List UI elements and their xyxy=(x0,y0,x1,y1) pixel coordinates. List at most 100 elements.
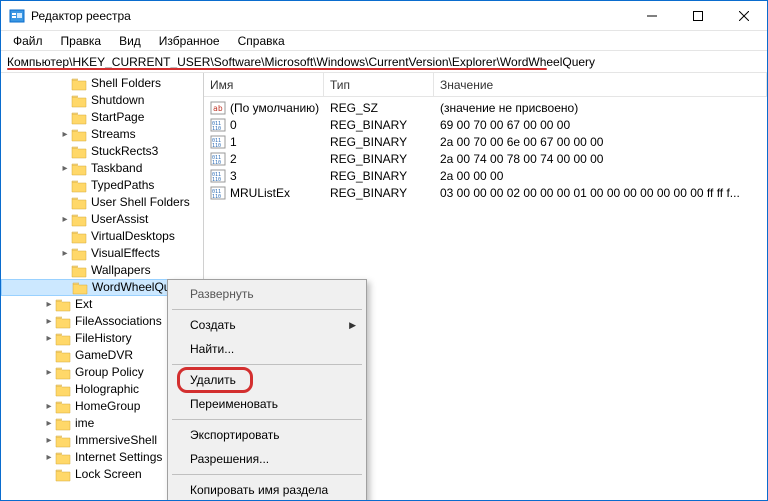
tree-node-virtualdesktops[interactable]: ▸VirtualDesktops xyxy=(1,228,203,245)
value-data: 2a 00 00 00 xyxy=(434,169,767,183)
expand-icon[interactable]: ▸ xyxy=(59,126,71,143)
tree-node-taskband[interactable]: ▸ Taskband xyxy=(1,160,203,177)
expand-icon[interactable]: ▸ xyxy=(59,245,71,262)
context-separator xyxy=(172,309,362,310)
tree-node-stuckrects3[interactable]: ▸StuckRects3 xyxy=(1,143,203,160)
column-name[interactable]: Имя xyxy=(204,73,324,96)
folder-icon xyxy=(71,111,87,125)
tree-node-label: HomeGroup xyxy=(75,398,140,415)
registry-editor-window: Редактор реестра ФайлПравкаВидИзбранноеС… xyxy=(0,0,768,501)
value-data: 2a 00 74 00 78 00 74 00 00 00 xyxy=(434,152,767,166)
expand-icon[interactable]: ▸ xyxy=(43,432,55,449)
column-type[interactable]: Тип xyxy=(324,73,434,96)
tree-node-label: Streams xyxy=(91,126,136,143)
value-name: 1 xyxy=(230,135,237,149)
menu-избранное[interactable]: Избранное xyxy=(151,32,228,50)
context-item-создать[interactable]: Создать▶ xyxy=(170,313,364,337)
menubar: ФайлПравкаВидИзбранноеСправка xyxy=(1,31,767,51)
address-highlight xyxy=(7,68,547,70)
expand-icon[interactable]: ▸ xyxy=(43,398,55,415)
expand-icon[interactable]: ▸ xyxy=(43,364,55,381)
maximize-button[interactable] xyxy=(675,1,721,30)
value-type: REG_BINARY xyxy=(324,186,434,200)
context-item-переименовать[interactable]: Переименовать xyxy=(170,392,364,416)
context-item-экспортировать[interactable]: Экспортировать xyxy=(170,423,364,447)
tree-node-visualeffects[interactable]: ▸VisualEffects xyxy=(1,245,203,262)
value-row[interactable]: ab (По умолчанию) REG_SZ(значение не присв… xyxy=(204,99,767,116)
tree-node-typedpaths[interactable]: ▸TypedPaths xyxy=(1,177,203,194)
svg-text:110: 110 xyxy=(212,160,221,166)
expand-icon[interactable]: ▸ xyxy=(59,160,71,177)
binary-value-icon: 011110 xyxy=(210,169,226,183)
menu-справка[interactable]: Справка xyxy=(230,32,293,50)
list-header: Имя Тип Значение xyxy=(204,73,767,97)
folder-icon xyxy=(71,213,87,227)
tree-node-label: TypedPaths xyxy=(91,177,154,194)
menu-вид[interactable]: Вид xyxy=(111,32,149,50)
tree-node-label: Taskband xyxy=(91,160,142,177)
string-value-icon: ab xyxy=(210,101,226,115)
tree-node-label: Holographic xyxy=(75,381,139,398)
tree-node-label: FileAssociations xyxy=(75,313,162,330)
context-item-найти-[interactable]: Найти... xyxy=(170,337,364,361)
tree-node-user-shell-folders[interactable]: ▸User Shell Folders xyxy=(1,194,203,211)
tree-node-streams[interactable]: ▸ Streams xyxy=(1,126,203,143)
tree-node-label: ime xyxy=(75,415,94,432)
context-item-label: Создать xyxy=(190,318,236,332)
value-rows: ab (По умолчанию) REG_SZ(значение не присв… xyxy=(204,97,767,203)
folder-icon xyxy=(71,230,87,244)
folder-icon xyxy=(55,417,71,431)
tree-node-startpage[interactable]: ▸StartPage xyxy=(1,109,203,126)
value-type: REG_BINARY xyxy=(324,152,434,166)
expand-icon[interactable]: ▸ xyxy=(43,415,55,432)
value-row[interactable]: 0111101REG_BINARY2a 00 70 00 6e 00 67 00… xyxy=(204,133,767,150)
address-bar[interactable]: Компьютер\HKEY_CURRENT_USER\Software\Mic… xyxy=(1,51,767,73)
context-item-label: Удалить xyxy=(190,373,236,387)
folder-icon xyxy=(55,349,71,363)
tree-node-label: UserAssist xyxy=(91,211,148,228)
folder-icon xyxy=(55,383,71,397)
context-separator xyxy=(172,364,362,365)
value-row[interactable]: 0111103REG_BINARY2a 00 00 00 xyxy=(204,167,767,184)
svg-text:ab: ab xyxy=(213,104,223,113)
tree-node-label: Internet Settings xyxy=(75,449,162,466)
context-item-копировать-имя-раздела[interactable]: Копировать имя раздела xyxy=(170,478,364,501)
tree-node-shell-folders[interactable]: ▸Shell Folders xyxy=(1,75,203,92)
expand-icon[interactable]: ▸ xyxy=(59,211,71,228)
tree-node-shutdown[interactable]: ▸Shutdown xyxy=(1,92,203,109)
expand-icon[interactable]: ▸ xyxy=(43,449,55,466)
tree-node-label: StartPage xyxy=(91,109,144,126)
value-row[interactable]: 0111100REG_BINARY69 00 70 00 67 00 00 00 xyxy=(204,116,767,133)
folder-icon xyxy=(55,315,71,329)
menu-правка[interactable]: Правка xyxy=(53,32,110,50)
value-row[interactable]: 011110MRUListExREG_BINARY03 00 00 00 02 … xyxy=(204,184,767,201)
tree-node-label: VirtualDesktops xyxy=(91,228,175,245)
close-button[interactable] xyxy=(721,1,767,30)
context-item-удалить[interactable]: Удалить xyxy=(170,368,364,392)
tree-node-wallpapers[interactable]: ▸Wallpapers xyxy=(1,262,203,279)
tree-node-userassist[interactable]: ▸ UserAssist xyxy=(1,211,203,228)
tree-node-label: Shell Folders xyxy=(91,75,161,92)
context-item-разрешения-[interactable]: Разрешения... xyxy=(170,447,364,471)
value-name: (По умолчанию) xyxy=(230,101,319,115)
minimize-button[interactable] xyxy=(629,1,675,30)
folder-icon xyxy=(55,366,71,380)
column-data[interactable]: Значение xyxy=(434,73,767,96)
tree-node-label: GameDVR xyxy=(75,347,133,364)
expand-icon[interactable]: ▸ xyxy=(43,330,55,347)
address-text: Компьютер\HKEY_CURRENT_USER\Software\Mic… xyxy=(7,55,595,69)
expand-icon[interactable]: ▸ xyxy=(43,313,55,330)
value-name: 2 xyxy=(230,152,237,166)
tree-node-label: StuckRects3 xyxy=(91,143,158,160)
expand-icon[interactable]: ▸ xyxy=(43,296,55,313)
tree-node-label: Ext xyxy=(75,296,92,313)
folder-icon xyxy=(55,332,71,346)
value-data: (значение не присвоено) xyxy=(434,101,767,115)
menu-файл[interactable]: Файл xyxy=(5,32,51,50)
tree-node-label: Wallpapers xyxy=(91,262,151,279)
binary-value-icon: 011110 xyxy=(210,152,226,166)
window-title: Редактор реестра xyxy=(31,9,629,23)
titlebar: Редактор реестра xyxy=(1,1,767,31)
value-row[interactable]: 011110 2 REG_BINARY2a 00 74 00 78 00 74 00… xyxy=(204,150,767,167)
value-type: REG_SZ xyxy=(324,101,434,115)
